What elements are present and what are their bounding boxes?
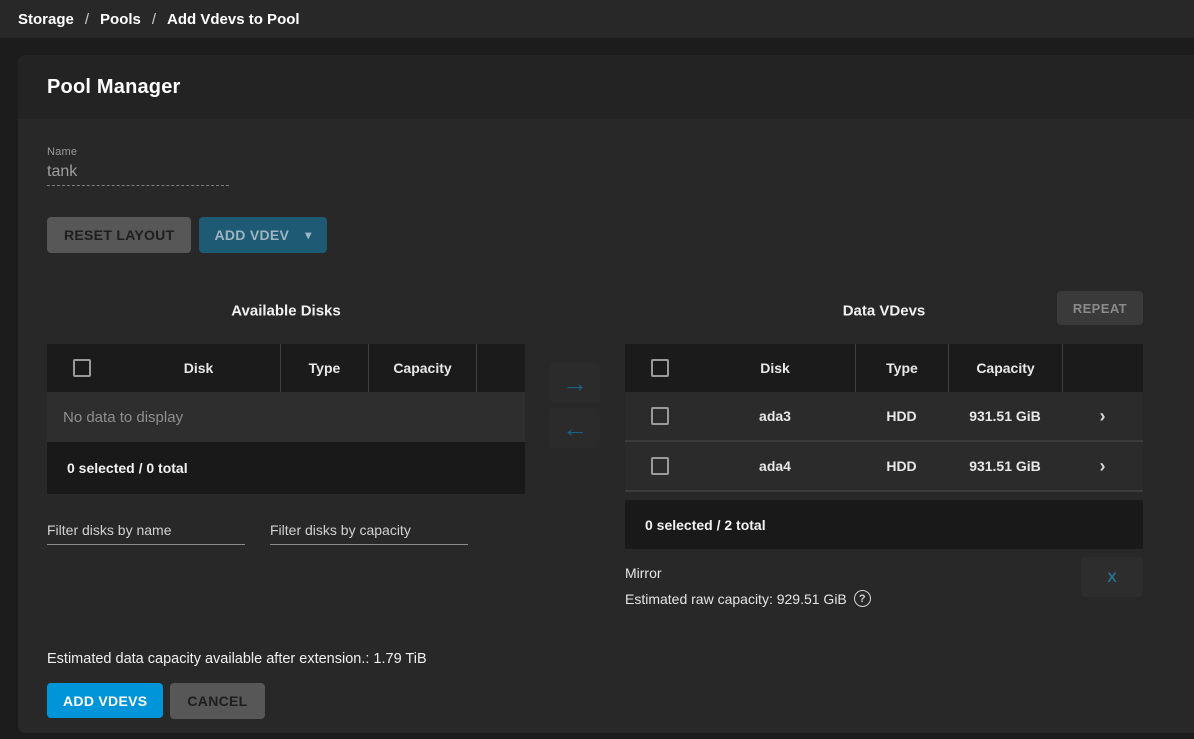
card-body: Name tank RESET LAYOUT ADD VDEV ▾ Availa… bbox=[18, 146, 1194, 719]
breadcrumb-add-vdevs: Add Vdevs to Pool bbox=[167, 11, 300, 28]
vdev-summary: Mirror Estimated raw capacity: 929.51 Gi… bbox=[625, 565, 1143, 607]
disk-name: ada3 bbox=[695, 408, 855, 424]
data-vdevs-table: Disk Type Capacity ada3 HDD 931.51 GiB bbox=[625, 344, 1143, 549]
pool-manager-card: Pool Manager Name tank RESET LAYOUT ADD … bbox=[18, 55, 1194, 733]
card-header: Pool Manager bbox=[18, 55, 1194, 119]
page-title: Pool Manager bbox=[47, 76, 181, 99]
repeat-button[interactable]: REPEAT bbox=[1057, 291, 1143, 325]
data-vdevs-title-row: Data VDevs REPEAT bbox=[625, 291, 1143, 331]
expand-row-icon[interactable]: › bbox=[1100, 457, 1106, 475]
chevron-down-icon: ▾ bbox=[305, 228, 311, 242]
available-disks-title: Available Disks bbox=[47, 303, 525, 320]
table-row: ada3 HDD 931.51 GiB › bbox=[625, 392, 1143, 442]
row-checkbox[interactable] bbox=[651, 407, 669, 425]
expand-row-icon[interactable]: › bbox=[1100, 407, 1106, 425]
select-all-checkbox[interactable] bbox=[73, 359, 91, 377]
breadcrumb-separator: / bbox=[152, 11, 156, 28]
select-all-checkbox[interactable] bbox=[651, 359, 669, 377]
cancel-button[interactable]: CANCEL bbox=[170, 683, 264, 719]
column-header-actions bbox=[476, 344, 525, 392]
available-disks-table: Disk Type Capacity No data to display 0 … bbox=[47, 344, 525, 494]
disk-capacity: 931.51 GiB bbox=[948, 392, 1062, 440]
column-header-capacity: Capacity bbox=[948, 344, 1062, 392]
transfer-controls: → ← bbox=[525, 291, 625, 607]
vdev-summary-text: Mirror Estimated raw capacity: 929.51 Gi… bbox=[625, 565, 871, 607]
pool-name-input[interactable]: tank bbox=[47, 163, 229, 186]
filter-capacity-input[interactable] bbox=[270, 522, 468, 545]
row-checkbox[interactable] bbox=[651, 457, 669, 475]
no-data-row: No data to display bbox=[47, 392, 525, 442]
disk-type: HDD bbox=[855, 392, 948, 440]
help-icon[interactable]: ? bbox=[854, 590, 871, 607]
vdev-layout-label: Mirror bbox=[625, 565, 871, 581]
available-disks-table-header: Disk Type Capacity bbox=[47, 344, 525, 392]
pool-name-label: Name bbox=[47, 146, 229, 158]
form-actions: ADD VDEVS CANCEL bbox=[47, 683, 1194, 719]
available-disks-panel: Available Disks Disk Type Capacity No da… bbox=[47, 291, 525, 607]
move-left-arrow-button[interactable]: ← bbox=[550, 408, 600, 448]
disk-transfer-area: Available Disks Disk Type Capacity No da… bbox=[47, 291, 1194, 607]
table-row: ada4 HDD 931.51 GiB › bbox=[625, 442, 1143, 492]
column-header-disk: Disk bbox=[695, 360, 855, 376]
data-vdevs-table-header: Disk Type Capacity bbox=[625, 344, 1143, 392]
reset-layout-button[interactable]: RESET LAYOUT bbox=[47, 217, 191, 253]
filter-name-input[interactable] bbox=[47, 522, 245, 545]
breadcrumb-storage[interactable]: Storage bbox=[18, 11, 74, 28]
raw-capacity-label: Estimated raw capacity: 929.51 GiB bbox=[625, 591, 847, 607]
add-vdevs-button[interactable]: ADD VDEVS bbox=[47, 683, 163, 718]
move-right-arrow-button[interactable]: → bbox=[550, 363, 600, 403]
column-header-actions bbox=[1062, 344, 1143, 392]
disk-filters bbox=[47, 522, 525, 545]
data-vdevs-panel: Data VDevs REPEAT Disk Type Capacity bbox=[625, 291, 1143, 607]
column-header-type: Type bbox=[280, 344, 368, 392]
add-vdev-menu-button[interactable]: ADD VDEV ▾ bbox=[199, 217, 326, 253]
pool-name-field: Name tank bbox=[47, 146, 229, 186]
toolbar: RESET LAYOUT ADD VDEV ▾ bbox=[47, 217, 1194, 253]
available-disks-footer: 0 selected / 0 total bbox=[47, 442, 525, 494]
breadcrumb-separator: / bbox=[85, 11, 89, 28]
breadcrumb-pools[interactable]: Pools bbox=[100, 11, 141, 28]
disk-name: ada4 bbox=[695, 458, 855, 474]
disk-type: HDD bbox=[855, 442, 948, 490]
column-header-type: Type bbox=[855, 344, 948, 392]
add-vdev-label: ADD VDEV bbox=[214, 227, 289, 243]
capacity-estimate-label: Estimated data capacity available after … bbox=[47, 651, 1194, 667]
breadcrumb: Storage / Pools / Add Vdevs to Pool bbox=[0, 0, 1194, 38]
column-header-capacity: Capacity bbox=[368, 344, 476, 392]
available-disks-title-row: Available Disks bbox=[47, 291, 525, 331]
remove-vdev-button[interactable]: X bbox=[1081, 557, 1143, 597]
disk-capacity: 931.51 GiB bbox=[948, 442, 1062, 490]
column-header-disk: Disk bbox=[117, 360, 280, 376]
data-vdevs-footer: 0 selected / 2 total bbox=[625, 500, 1143, 549]
